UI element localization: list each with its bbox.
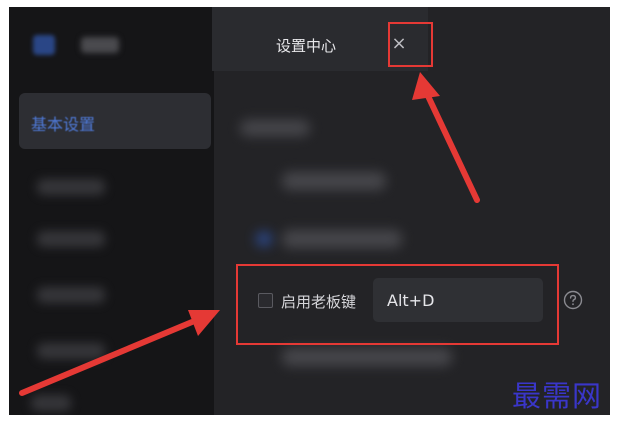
sidebar-item-blurred[interactable] xyxy=(37,179,105,195)
setting-row-blurred xyxy=(282,230,402,248)
boss-key-checkbox[interactable] xyxy=(258,293,273,308)
boss-key-hotkey-field[interactable]: Alt+D xyxy=(373,278,543,322)
help-icon[interactable] xyxy=(563,290,583,310)
sidebar-item-basic-settings[interactable]: 基本设置 xyxy=(19,93,211,149)
setting-row-blurred xyxy=(282,172,386,190)
setting-row-blurred xyxy=(282,348,452,366)
dialog-title: 设置中心 xyxy=(276,37,337,55)
checkbox-blurred xyxy=(256,232,272,246)
hotkey-value: Alt+D xyxy=(387,291,435,310)
sidebar-item-label: 基本设置 xyxy=(31,115,96,134)
sidebar: 基本设置 xyxy=(9,7,214,415)
close-icon: × xyxy=(391,32,407,54)
sidebar-item-blurred[interactable] xyxy=(37,231,105,247)
dialog-title-bar: 设置中心 × xyxy=(212,7,428,71)
boss-key-label: 启用老板键 xyxy=(281,293,357,311)
app-logo-icon xyxy=(33,35,55,55)
sidebar-item-blurred[interactable] xyxy=(31,395,71,411)
boss-key-row: 启用老板键 Alt+D xyxy=(250,276,550,324)
watermark-text: 最需网 xyxy=(512,379,603,413)
sidebar-item-blurred[interactable] xyxy=(37,287,105,303)
section-heading-blurred xyxy=(240,120,310,136)
sidebar-item-blurred[interactable] xyxy=(37,343,105,359)
close-button[interactable]: × xyxy=(385,29,413,57)
app-name-blurred xyxy=(81,37,119,53)
